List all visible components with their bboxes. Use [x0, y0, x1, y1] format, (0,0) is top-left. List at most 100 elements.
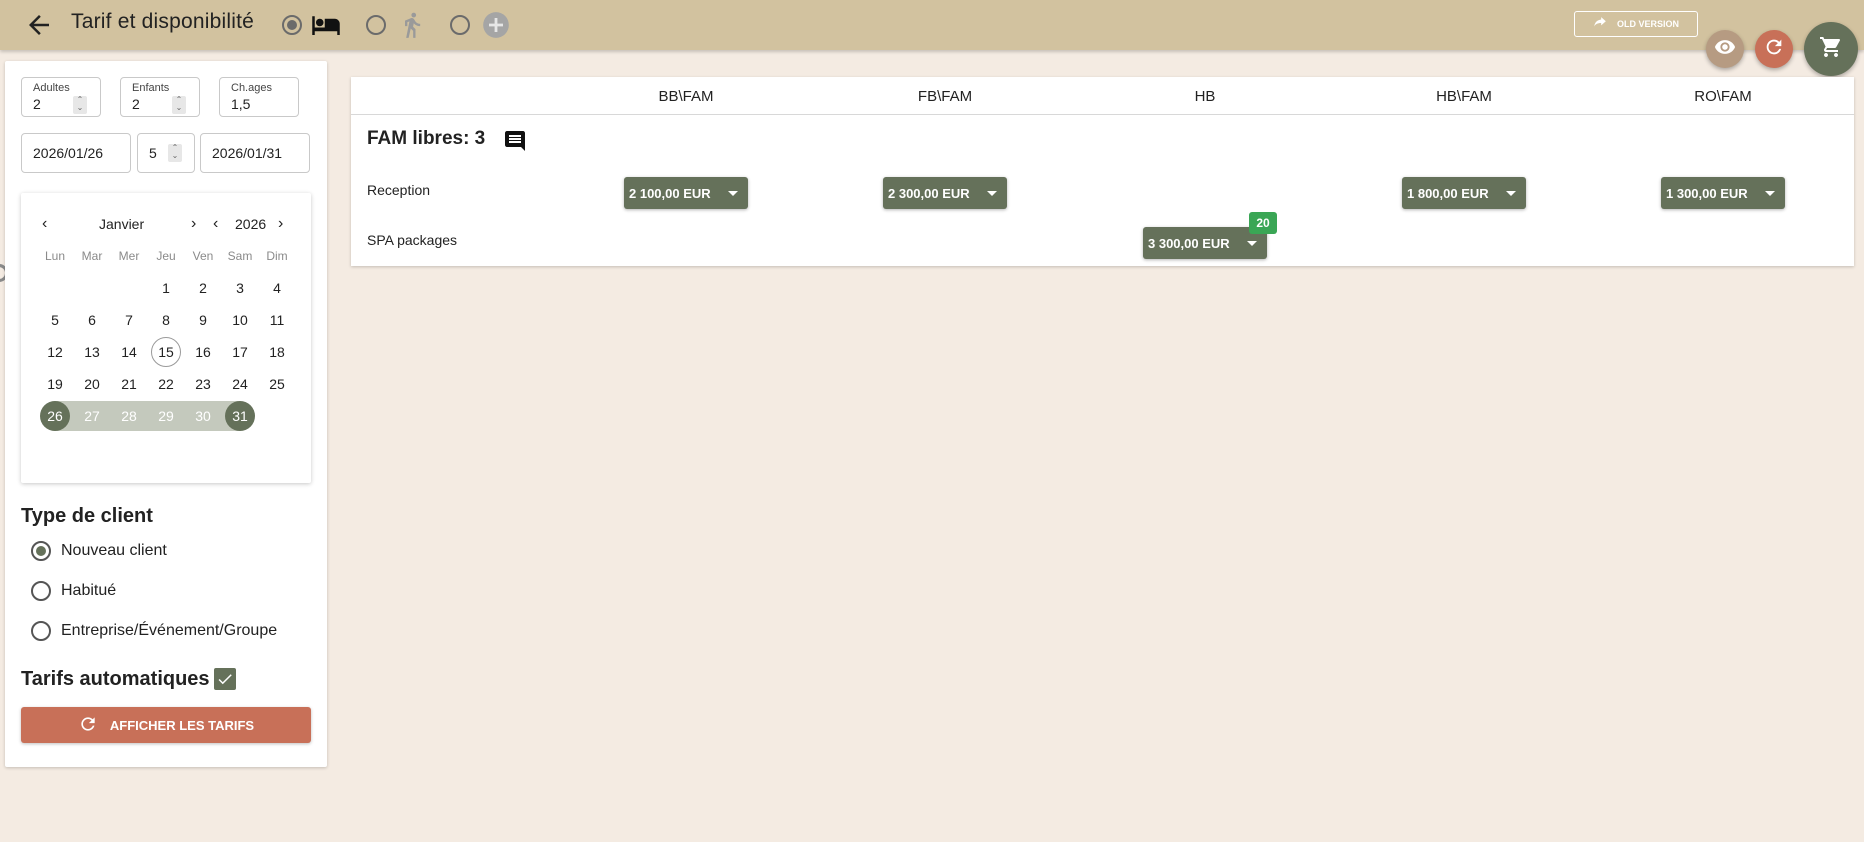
calendar-day[interactable]: 22 — [151, 369, 181, 399]
adults-field[interactable]: Adultes 2 ⌃ ⌄ — [21, 77, 101, 117]
client-type-radio-regular[interactable] — [31, 581, 51, 601]
calendar-year[interactable]: 2026 — [235, 216, 266, 232]
calendar-day[interactable]: 25 — [262, 369, 292, 399]
top-bar: Tarif et disponibilité OLD VERSION — [0, 0, 1864, 50]
client-type-option-regular[interactable]: Habitué — [61, 582, 116, 600]
comment-icon[interactable] — [503, 129, 527, 158]
old-version-button[interactable]: OLD VERSION — [1574, 11, 1698, 37]
availability-badge: 20 — [1249, 212, 1277, 234]
nights-value: 5 — [149, 145, 157, 161]
price-button[interactable]: 1 300,00 EUR — [1661, 177, 1785, 209]
price-button[interactable]: 1 800,00 EUR — [1402, 177, 1526, 209]
caret-down-icon — [1506, 191, 1516, 196]
calendar-day[interactable]: 30 — [188, 401, 218, 431]
refresh-icon — [1763, 36, 1785, 63]
price-button[interactable]: 2 100,00 EUR — [624, 177, 748, 209]
calendar-day[interactable]: 27 — [77, 401, 107, 431]
calendar-day[interactable]: 15 — [151, 337, 181, 367]
show-rates-button[interactable]: AFFICHER LES TARIFS — [21, 707, 311, 743]
weekday-label: Jeu — [156, 249, 176, 263]
caret-down-icon — [728, 191, 738, 196]
weekday-label: Dim — [266, 249, 288, 263]
preview-button[interactable] — [1706, 30, 1744, 68]
auto-rates-checkbox[interactable] — [214, 668, 236, 690]
adults-value: 2 — [33, 96, 41, 112]
rates-table: BB\FAM FB\FAM HB HB\FAM RO\FAM FAM libre… — [351, 77, 1854, 266]
children-value: 2 — [132, 96, 140, 112]
prev-month-button[interactable]: ‹ — [42, 215, 47, 233]
calendar-day[interactable]: 14 — [114, 337, 144, 367]
rate-row-label: Reception — [367, 182, 431, 198]
children-label: Enfants — [132, 82, 170, 94]
refresh-fab-button[interactable] — [1755, 30, 1793, 68]
calendar-day[interactable]: 29 — [151, 401, 181, 431]
end-date-field[interactable]: 2026/01/31 — [200, 133, 310, 173]
weekday-label: Sam — [227, 249, 253, 263]
caret-down-icon — [1765, 191, 1775, 196]
calendar-day[interactable]: 12 — [40, 337, 70, 367]
adults-stepper[interactable]: ⌃ ⌄ — [73, 96, 87, 114]
client-type-radio-group[interactable] — [31, 621, 51, 641]
calendar-day[interactable]: 16 — [188, 337, 218, 367]
calendar-day[interactable]: 19 — [40, 369, 70, 399]
caret-down-icon — [1247, 241, 1257, 246]
calendar-day[interactable]: 28 — [114, 401, 144, 431]
price-button[interactable]: 2 300,00 EUR — [883, 177, 1007, 209]
next-year-button[interactable]: › — [278, 215, 283, 233]
client-type-option-new[interactable]: Nouveau client — [61, 542, 167, 560]
end-date-value: 2026/01/31 — [212, 145, 283, 161]
calendar-day[interactable]: 9 — [188, 305, 218, 335]
weekday-label: Ven — [192, 249, 214, 263]
nights-field[interactable]: 5 ⌃ ⌄ — [137, 133, 195, 173]
adults-label: Adultes — [33, 82, 70, 94]
weekday-label: Mer — [118, 249, 140, 263]
calendar-day[interactable]: 8 — [151, 305, 181, 335]
calendar-day[interactable]: 5 — [40, 305, 70, 335]
calendar-day[interactable]: 4 — [262, 273, 292, 303]
refresh-icon — [78, 714, 98, 737]
back-arrow-icon[interactable] — [24, 10, 54, 40]
calendar-day[interactable]: 7 — [114, 305, 144, 335]
calendar-day[interactable]: 31 — [225, 401, 255, 431]
calendar-day[interactable]: 17 — [225, 337, 255, 367]
calendar-day[interactable]: 18 — [262, 337, 292, 367]
column-header: FB\FAM — [917, 88, 973, 105]
calendar-day[interactable]: 10 — [225, 305, 255, 335]
calendar-day[interactable]: 26 — [40, 401, 70, 431]
cart-button[interactable] — [1804, 22, 1858, 76]
calendar-day[interactable]: 3 — [225, 273, 255, 303]
calendar-day[interactable]: 20 — [77, 369, 107, 399]
calendar-month[interactable]: Janvier — [99, 216, 144, 232]
next-month-button[interactable]: › — [191, 215, 196, 233]
nights-stepper[interactable]: ⌃ ⌄ — [168, 144, 182, 162]
start-date-field[interactable]: 2026/01/26 — [21, 133, 131, 173]
show-rates-label: AFFICHER LES TARIFS — [109, 717, 255, 733]
client-type-radio-new[interactable] — [31, 541, 51, 561]
cart-icon — [1819, 35, 1843, 64]
client-type-option-group[interactable]: Entreprise/Événement/Groupe — [61, 622, 277, 640]
walk-icon — [398, 9, 426, 46]
weekday-label: Mar — [81, 249, 103, 263]
calendar-day[interactable]: 13 — [77, 337, 107, 367]
calendar-day[interactable]: 24 — [225, 369, 255, 399]
price-value: 2 100,00 EUR — [629, 185, 711, 201]
eye-icon — [1714, 36, 1736, 63]
calendar-day[interactable]: 23 — [188, 369, 218, 399]
children-stepper[interactable]: ⌃ ⌄ — [172, 96, 186, 114]
calendar-day[interactable]: 21 — [114, 369, 144, 399]
calendar-day[interactable]: 2 — [188, 273, 218, 303]
auto-rates-label: Tarifs automatiques — [21, 668, 210, 690]
old-version-label: OLD VERSION — [1616, 19, 1679, 29]
children-field[interactable]: Enfants 2 ⌃ ⌄ — [120, 77, 200, 117]
calendar-day[interactable]: 6 — [77, 305, 107, 335]
mode-radio-room[interactable] — [282, 15, 302, 35]
availability-title: FAM libres: 3 — [367, 128, 486, 149]
calendar-day[interactable]: 11 — [262, 305, 292, 335]
rate-row-label: SPA packages — [367, 232, 458, 248]
children-ages-field[interactable]: Ch.ages 1,5 — [219, 77, 299, 117]
mode-radio-other[interactable] — [450, 15, 470, 35]
mode-radio-activity[interactable] — [366, 15, 386, 35]
bed-icon — [310, 10, 342, 45]
calendar-day[interactable]: 1 — [151, 273, 181, 303]
prev-year-button[interactable]: ‹ — [213, 215, 218, 233]
